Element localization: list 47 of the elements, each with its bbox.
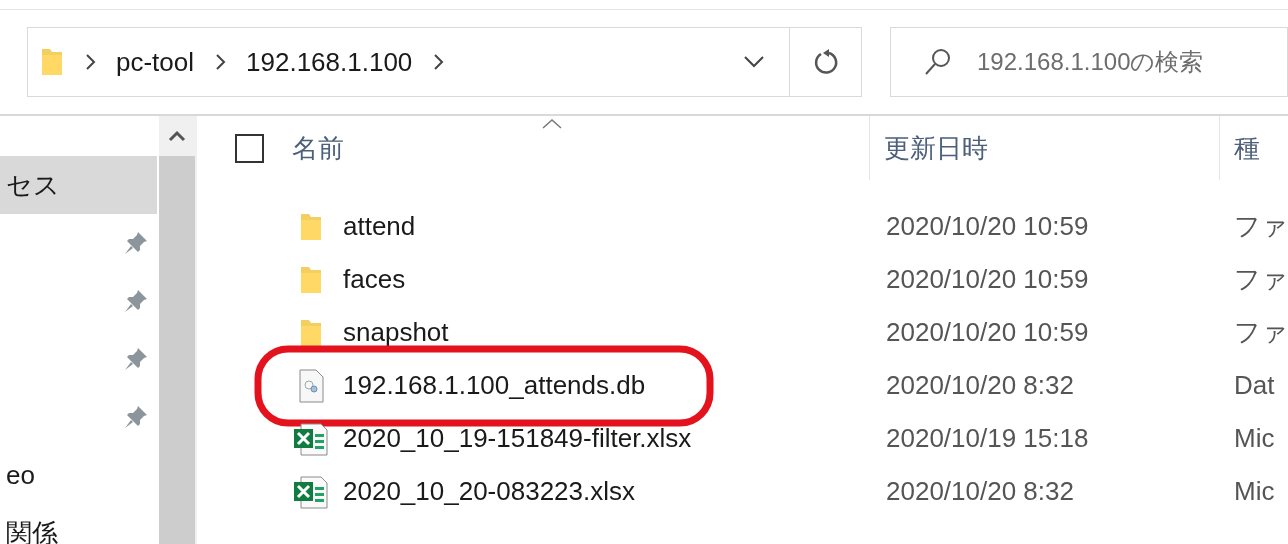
modified-date: 2020/10/20 8:32 (885, 369, 1075, 402)
sort-caret-icon[interactable] (541, 118, 563, 130)
address-bar[interactable]: pc-tool 192.168.1.100 (27, 27, 862, 97)
folder-icon (299, 317, 323, 348)
search-box[interactable]: 192.168.1.100の検索 (890, 27, 1288, 97)
file-type: ファ (1233, 210, 1288, 243)
file-name[interactable]: snapshot (343, 313, 449, 352)
spreadsheet-icon (293, 420, 329, 457)
file-type: ファ (1233, 263, 1288, 296)
modified-date: 2020/10/20 10:59 (885, 316, 1090, 349)
file-type: Mic (1233, 422, 1275, 455)
folder-icon (299, 211, 323, 242)
column-header[interactable]: 名前 (264, 116, 870, 180)
breadcrumb[interactable]: 192.168.1.100 (246, 42, 413, 82)
column-header[interactable]: 更新日時 (870, 116, 1220, 180)
file-name[interactable]: 2020_10_19-151849-filter.xlsx (343, 419, 692, 458)
pin-icon[interactable] (122, 288, 149, 314)
scrollbar[interactable] (158, 116, 196, 544)
file-icon (297, 368, 325, 403)
column-header[interactable]: 種 (1220, 116, 1288, 180)
modified-date: 2020/10/19 15:18 (885, 422, 1090, 455)
modified-date: 2020/10/20 10:59 (885, 210, 1090, 243)
chevron-right-icon[interactable] (432, 53, 445, 71)
file-type: Dat (1233, 369, 1275, 402)
scroll-up-icon[interactable] (167, 130, 186, 142)
file-name[interactable]: faces (343, 260, 406, 299)
folder-icon (299, 264, 323, 295)
pin-icon[interactable] (122, 346, 149, 372)
folder-icon (40, 47, 64, 77)
modified-date: 2020/10/20 8:32 (885, 475, 1075, 508)
pin-icon[interactable] (122, 230, 149, 256)
select-all-checkbox[interactable] (235, 133, 264, 163)
chevron-right-icon[interactable] (214, 53, 227, 71)
file-type: Mic (1233, 475, 1275, 508)
navigation-item[interactable]: セス (0, 156, 157, 214)
dropdown-caret-icon[interactable] (743, 55, 765, 69)
file-name[interactable]: attend (343, 207, 416, 246)
search-icon (923, 47, 953, 77)
navigation-item[interactable]: eo (0, 446, 157, 504)
search-field[interactable]: 192.168.1.100の検索 (977, 44, 1287, 80)
file-name[interactable]: 2020_10_20-083223.xlsx (343, 472, 636, 511)
pin-icon[interactable] (122, 404, 149, 430)
breadcrumb[interactable]: pc-tool (116, 42, 195, 82)
chevron-right-icon[interactable] (84, 53, 96, 71)
modified-date: 2020/10/20 10:59 (885, 263, 1090, 296)
spreadsheet-icon (293, 473, 329, 510)
file-type: ファ (1233, 316, 1288, 349)
